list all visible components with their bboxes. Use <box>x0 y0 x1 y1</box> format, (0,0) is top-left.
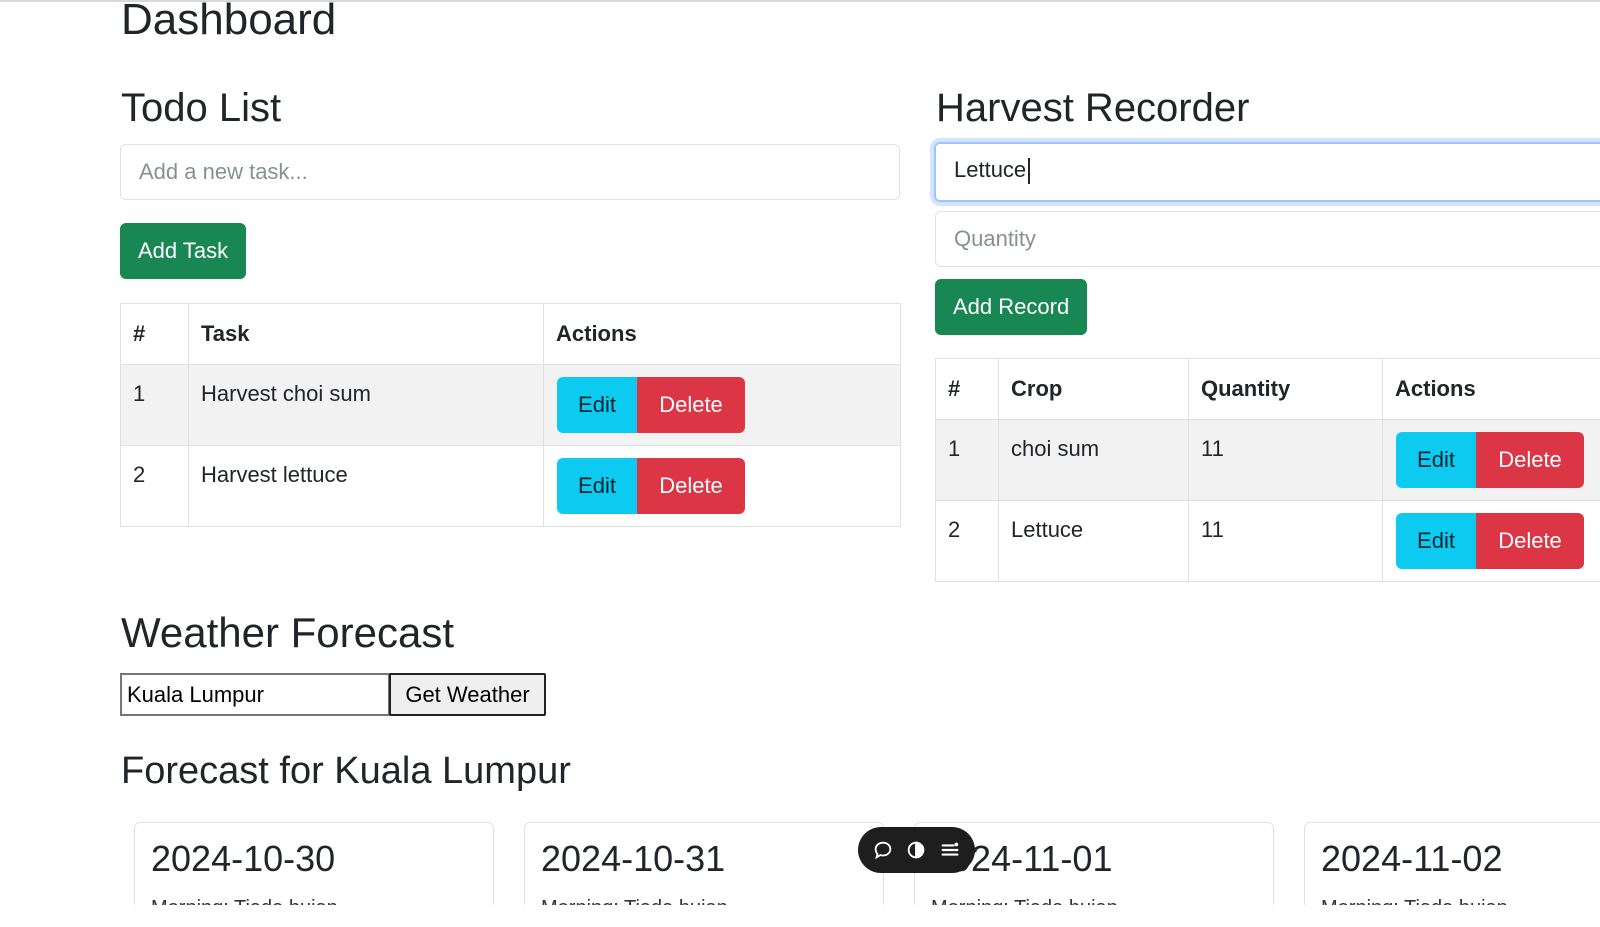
todo-table: # Task Actions 1 Harvest choi sum Edit D… <box>120 303 901 527</box>
todo-col-actions: Actions <box>543 303 901 365</box>
harvest-row-quantity: 11 <box>1188 500 1383 582</box>
todo-row-task: Harvest choi sum <box>188 364 544 446</box>
quantity-input[interactable]: Quantity <box>935 211 1600 267</box>
add-task-button[interactable]: Add Task <box>120 223 247 279</box>
delete-record-button[interactable]: Delete <box>1476 513 1584 569</box>
edit-record-button[interactable]: Edit <box>1396 513 1476 569</box>
todo-header-row: # Task Actions <box>120 303 901 365</box>
forecast-title: Forecast for Kuala Lumpur <box>121 750 571 792</box>
crop-input[interactable]: Lettuce <box>934 142 1600 202</box>
dashboard-page: Dashboard Todo List Add a new task... Ad… <box>0 0 1600 927</box>
new-task-input[interactable]: Add a new task... <box>120 144 900 200</box>
harvest-row-num: 2 <box>935 500 999 582</box>
delete-record-button[interactable]: Delete <box>1476 432 1584 488</box>
get-weather-button[interactable]: Get Weather <box>389 673 546 716</box>
floating-toolbar <box>858 827 975 873</box>
todo-row-actions: Edit Delete <box>543 445 901 527</box>
harvest-col-crop: Crop <box>998 358 1189 420</box>
add-record-button[interactable]: Add Record <box>935 279 1088 335</box>
harvest-table: # Crop Quantity Actions 1 choi sum 11 Ed… <box>935 358 1600 582</box>
todo-col-num: # <box>120 303 189 365</box>
table-row: 2 Harvest lettuce Edit Delete <box>120 445 901 527</box>
harvest-title: Harvest Recorder <box>936 86 1250 130</box>
delete-task-button[interactable]: Delete <box>637 377 745 433</box>
harvest-col-actions: Actions <box>1382 358 1600 420</box>
harvest-row-actions: Edit Delete <box>1382 500 1600 582</box>
menu-icon[interactable] <box>939 839 961 861</box>
todo-title: Todo List <box>121 86 282 130</box>
todo-row-num: 2 <box>120 445 189 527</box>
table-row: 1 choi sum 11 Edit Delete <box>935 419 1600 501</box>
crop-input-value: Lettuce <box>954 157 1027 182</box>
table-row: 2 Lettuce 11 Edit Delete <box>935 500 1600 582</box>
quantity-placeholder: Quantity <box>954 226 1036 251</box>
harvest-header-row: # Crop Quantity Actions <box>935 358 1600 420</box>
toggle-icon[interactable] <box>905 839 927 861</box>
edit-task-button[interactable]: Edit <box>557 377 637 433</box>
todo-row-actions: Edit Delete <box>543 364 901 446</box>
new-task-placeholder: Add a new task... <box>139 159 308 184</box>
harvest-row-actions: Edit Delete <box>1382 419 1600 501</box>
todo-row-num: 1 <box>120 364 189 446</box>
edit-record-button[interactable]: Edit <box>1396 432 1476 488</box>
todo-col-task: Task <box>188 303 544 365</box>
city-input[interactable]: Kuala Lumpur <box>120 673 390 716</box>
harvest-row-crop: choi sum <box>998 419 1189 501</box>
city-input-value: Kuala Lumpur <box>127 682 264 707</box>
harvest-col-quantity: Quantity <box>1188 358 1383 420</box>
delete-task-button[interactable]: Delete <box>637 458 745 514</box>
text-caret <box>1028 158 1031 185</box>
edit-task-button[interactable]: Edit <box>557 458 637 514</box>
weather-title: Weather Forecast <box>121 609 455 656</box>
harvest-row-crop: Lettuce <box>998 500 1189 582</box>
harvest-col-num: # <box>935 358 999 420</box>
harvest-row-num: 1 <box>935 419 999 501</box>
comment-icon[interactable] <box>872 839 894 861</box>
todo-row-task: Harvest lettuce <box>188 445 544 527</box>
bottom-edge <box>0 905 1600 927</box>
forecast-date: 2024-10-30 <box>151 838 336 879</box>
table-row: 1 Harvest choi sum Edit Delete <box>120 364 901 446</box>
page-title: Dashboard <box>121 0 337 44</box>
forecast-date: 2024-10-31 <box>541 838 726 879</box>
harvest-row-quantity: 11 <box>1188 419 1383 501</box>
forecast-date: 2024-11-02 <box>1321 838 1503 879</box>
